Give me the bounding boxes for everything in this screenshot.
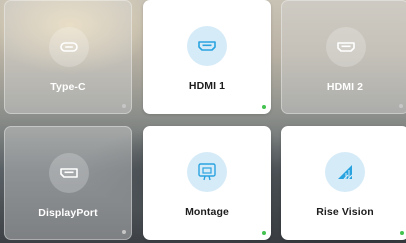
source-tile-montage[interactable]: Montage [143, 126, 271, 240]
connection-status-dot [262, 231, 266, 235]
connection-status-dot [399, 104, 403, 108]
hdmi-port-icon [187, 26, 227, 66]
source-tile-type-c[interactable]: Type-C [4, 0, 132, 114]
source-tile-displayport[interactable]: DisplayPort [4, 126, 132, 240]
source-tile-hdmi-2[interactable]: HDMI 2 [281, 0, 406, 114]
source-tile-rise-vision[interactable]: Rise Vision [281, 126, 406, 240]
connection-status-dot [122, 230, 126, 234]
rise-vision-icon [325, 152, 365, 192]
source-label: HDMI 1 [188, 80, 226, 92]
displayport-icon [49, 153, 89, 193]
source-label: Rise Vision [316, 206, 374, 218]
connection-status-dot [400, 231, 404, 235]
source-label: Type-C [50, 81, 86, 93]
source-tile-hdmi-1[interactable]: HDMI 1 [143, 0, 271, 114]
source-label: DisplayPort [38, 207, 98, 219]
usb-c-port-icon [49, 27, 89, 67]
connection-status-dot [262, 105, 266, 109]
hdmi-port-icon [326, 27, 366, 67]
source-label: Montage [185, 206, 229, 218]
connection-status-dot [122, 104, 126, 108]
montage-icon [187, 152, 227, 192]
source-label: HDMI 2 [326, 81, 364, 93]
